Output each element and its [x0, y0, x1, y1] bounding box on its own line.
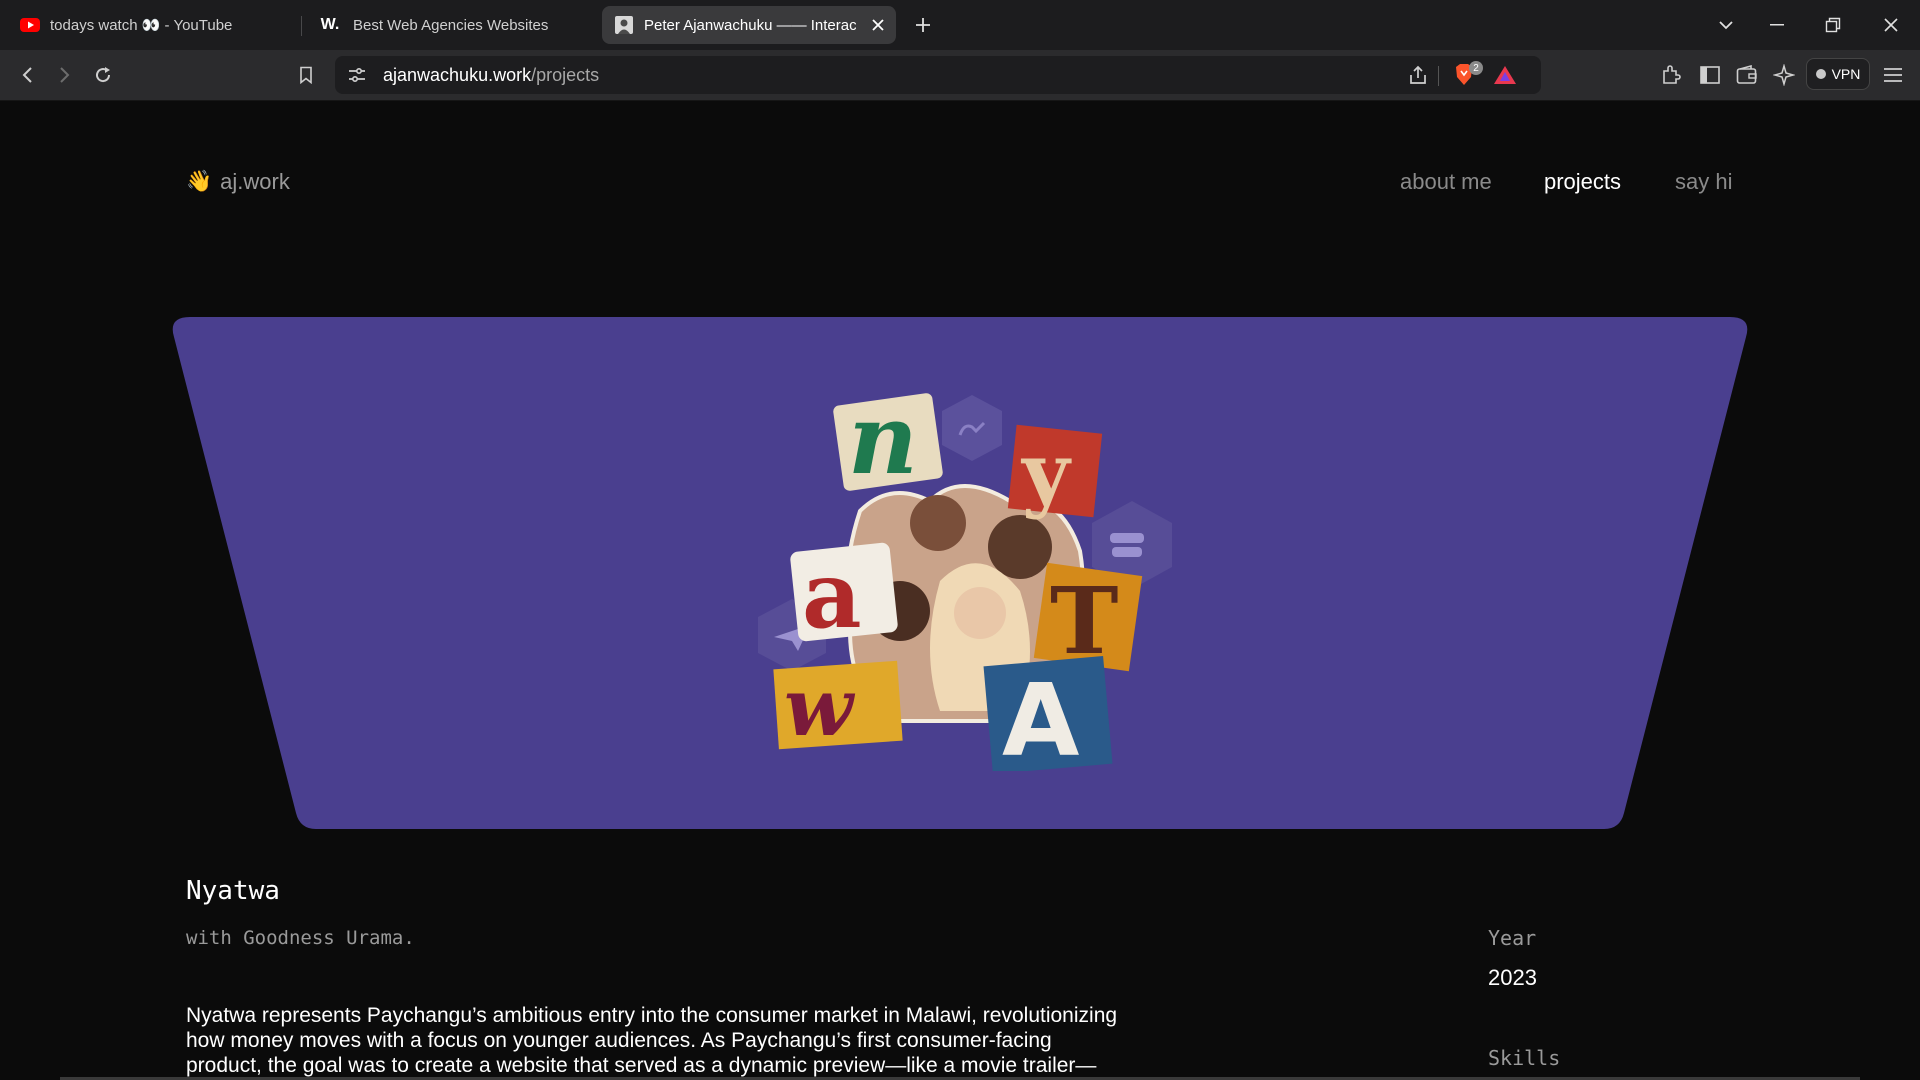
nav-projects[interactable]: projects — [1544, 169, 1621, 195]
extensions-icon[interactable] — [1656, 60, 1686, 90]
new-tab-icon[interactable] — [910, 12, 936, 38]
site-settings-icon[interactable] — [347, 65, 367, 90]
sidebar-toggle-icon[interactable] — [1695, 60, 1725, 90]
rewards-triangle-icon[interactable] — [1493, 65, 1517, 90]
letter-y: y — [1020, 425, 1072, 521]
forward-icon[interactable] — [50, 60, 80, 90]
vpn-status-icon — [1815, 69, 1826, 79]
vpn-button[interactable]: VPN — [1806, 58, 1870, 90]
site-logo[interactable]: 👋 aj.work — [186, 169, 290, 195]
wallet-icon[interactable] — [1732, 60, 1762, 90]
nav-about-me[interactable]: about me — [1400, 169, 1492, 195]
tab-title: Best Web Agencies Websites — [353, 16, 549, 34]
waving-hand-icon: 👋 — [186, 170, 213, 193]
restore-icon[interactable] — [1818, 10, 1848, 40]
tab-portfolio-active[interactable]: Peter Ajanwachuku —— Interact — [602, 6, 896, 44]
share-icon[interactable] — [1407, 64, 1429, 91]
project-title: Nyatwa — [186, 876, 280, 906]
tab-search-chevron-icon[interactable] — [1711, 10, 1741, 40]
menu-icon[interactable] — [1878, 60, 1908, 90]
close-window-icon[interactable] — [1876, 10, 1906, 40]
letter-n-cutout: n — [833, 383, 943, 496]
letter-A-cutout: A — [983, 655, 1113, 771]
letter-A: A — [1002, 662, 1079, 771]
page-content: 👋 aj.work about me projects say hi n y a… — [0, 101, 1920, 1080]
vpn-label: VPN — [1831, 66, 1861, 82]
project-subtitle: with Goodness Urama. — [186, 927, 415, 949]
project-description: Nyatwa represents Paychangu’s ambitious … — [186, 1003, 1186, 1078]
tab-title: todays watch 👀 - YouTube — [50, 17, 233, 34]
reload-icon[interactable] — [88, 60, 118, 90]
description-line: Nyatwa represents Paychangu’s ambitious … — [186, 1004, 1118, 1027]
nav-say-hi[interactable]: say hi — [1675, 169, 1732, 195]
year-label: Year — [1488, 926, 1537, 950]
address-bar[interactable]: ajanwachuku.work/projects 2 — [335, 56, 1541, 94]
shields-count-badge: 2 — [1469, 61, 1483, 75]
tab-web-agencies[interactable]: W. Best Web Agencies Websites — [305, 6, 595, 44]
leo-ai-icon[interactable] — [1769, 60, 1799, 90]
person-face — [988, 515, 1052, 579]
bookmark-icon[interactable] — [291, 60, 321, 90]
person-face — [910, 495, 966, 551]
year-value: 2023 — [1488, 965, 1537, 990]
url-domain: ajanwachuku.work — [383, 65, 532, 85]
address-divider — [1438, 66, 1439, 86]
description-line: product, the goal was to create a websit… — [186, 1054, 1097, 1077]
wallet-stack-icon — [1112, 547, 1142, 557]
skills-label: Skills — [1488, 1046, 1561, 1070]
browser-toolbar: ajanwachuku.work/projects 2 VPN — [0, 50, 1920, 101]
description-line: how money moves with a focus on younger … — [186, 1029, 1052, 1052]
brave-shields-icon[interactable]: 2 — [1451, 61, 1483, 90]
letter-w: w — [784, 660, 856, 754]
letter-a: a — [802, 541, 862, 649]
site-logo-text: aj.work — [220, 169, 290, 194]
letter-n: n — [848, 383, 918, 496]
minimize-icon[interactable] — [1762, 10, 1792, 40]
portrait-favicon-icon — [614, 15, 634, 35]
url-text[interactable]: ajanwachuku.work/projects — [383, 65, 599, 86]
person-face — [954, 587, 1006, 639]
tab-title: Peter Ajanwachuku —— Interact — [644, 16, 856, 34]
url-path: /projects — [531, 65, 600, 85]
tab-separator — [301, 16, 302, 36]
w-logo-icon: W. — [320, 16, 340, 33]
letter-w-cutout: w — [773, 660, 903, 754]
nyatwa-collage-image: n y a T w A — [758, 383, 1172, 771]
tab-youtube[interactable]: todays watch 👀 - YouTube — [8, 6, 298, 44]
letter-a-cutout: a — [790, 541, 898, 649]
letter-y-cutout: y — [1007, 424, 1103, 521]
youtube-icon — [20, 15, 40, 35]
browser-tab-bar: todays watch 👀 - YouTube W. Best Web Age… — [0, 0, 1920, 50]
close-tab-icon[interactable] — [868, 15, 888, 35]
back-icon[interactable] — [12, 60, 42, 90]
wallet-stack-icon — [1110, 533, 1144, 543]
